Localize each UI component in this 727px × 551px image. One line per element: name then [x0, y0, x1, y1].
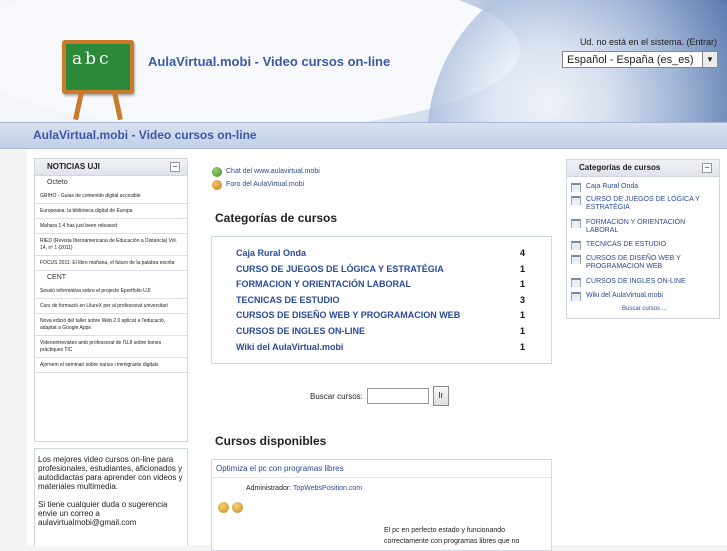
divider	[212, 477, 551, 478]
search-button[interactable]: Ir	[432, 386, 449, 406]
news-item[interactable]: Europeana: la biblioteca digital de Euro…	[35, 204, 187, 219]
category-folder-icon	[571, 219, 581, 228]
news-item[interactable]: Mahara 1.4 has just been released	[35, 219, 187, 234]
enrol-key-icon	[232, 502, 243, 513]
course-categories-title: Categorías de cursos	[579, 163, 661, 172]
category-link[interactable]: CURSO DE JUEGOS DE LÓGICA Y ESTRATÉGIA	[236, 264, 444, 274]
category-count: 1	[519, 310, 525, 320]
course-title-link[interactable]: Optimiza el pc con programas libres	[216, 464, 344, 473]
course-item: Optimiza el pc con programas libres Admi…	[211, 459, 552, 551]
top-links: Chat del www.aulavirtual.mobi Foro del A…	[212, 165, 320, 191]
category-folder-icon	[571, 255, 581, 264]
course-admin: Administrador: TopWebsPosition.com	[246, 485, 362, 492]
news-group-title: Octeto	[47, 179, 68, 186]
language-select[interactable]: Español - España (es_es) ▼	[562, 51, 718, 68]
navbar: AulaVirtual.mobi - Video cursos on-line	[0, 122, 727, 149]
news-item[interactable]: Nova edició del taller sobre Web 2.0 apl…	[35, 314, 187, 336]
category-count: 1	[519, 279, 525, 289]
category-count: 1	[519, 326, 525, 336]
course-access-icons	[218, 502, 243, 513]
category-link[interactable]: TECNICAS DE ESTUDIO	[236, 295, 340, 305]
site-header: abc AulaVirtual.mobi - Video cursos on-l…	[0, 0, 727, 122]
search-input[interactable]	[366, 388, 429, 404]
category-folder-icon	[571, 196, 581, 205]
category-folder-icon	[571, 278, 581, 287]
collapse-icon[interactable]: −	[170, 162, 180, 172]
categories-list: Caja Rural Onda 4 CURSO DE JUEGOS DE LÓG…	[211, 236, 552, 364]
language-select-value: Español - España (es_es)	[567, 54, 694, 66]
admin-link[interactable]: TopWebsPosition.com	[293, 485, 362, 492]
news-group-title: CENT	[47, 274, 67, 281]
course-categories-block: Categorías de cursos − Caja Rural Onda C…	[566, 159, 720, 319]
category-folder-icon	[571, 183, 581, 192]
courses-heading: Cursos disponibles	[215, 434, 327, 448]
category-link[interactable]: CURSOS DE INGLES ON-LINE	[236, 326, 365, 336]
news-block-header: NOTICIAS UJI −	[35, 159, 187, 176]
category-folder-icon	[571, 292, 581, 301]
chat-icon	[212, 166, 222, 177]
category-link[interactable]: Wiki del AulaVirtual.mobi	[586, 292, 663, 301]
course-summary: El pc en perfecto estado y funcionando c…	[384, 527, 520, 545]
categories-heading: Categorías de cursos	[215, 211, 338, 225]
guest-access-icon	[218, 502, 229, 513]
search-label: Buscar cursos:	[310, 391, 363, 401]
breadcrumb[interactable]: AulaVirtual.mobi - Video cursos on-line	[33, 128, 257, 142]
category-link[interactable]: Caja Rural Onda	[586, 183, 638, 192]
category-link[interactable]: FORMACION Y ORIENTACIÓN LABORAL	[236, 279, 411, 289]
info-paragraph: Los mejores video cursos on-line para pr…	[38, 455, 183, 491]
news-block-title: NOTICIAS UJI	[47, 162, 100, 171]
info-paragraph-contact: Si tiene cualquier duda o sugerencia env…	[38, 500, 168, 527]
category-link[interactable]: CURSOS DE DISEÑO WEB Y PROGRAMACION WEB	[236, 310, 460, 320]
search-courses-link[interactable]: Buscar cursos ...	[622, 306, 667, 312]
info-text: Los mejores video cursos on-line para pr…	[38, 455, 186, 527]
category-link[interactable]: FORMACION Y ORIENTACIÓN LABORAL	[586, 219, 711, 235]
collapse-icon[interactable]: −	[702, 163, 712, 173]
category-count: 1	[519, 264, 525, 274]
news-item[interactable]: FOCUS 2011: El libro mañana, el futuro d…	[35, 256, 187, 271]
chalkboard-logo-icon[interactable]: abc	[62, 40, 134, 121]
category-link[interactable]: Wiki del AulaVirtual.mobi	[236, 342, 343, 352]
category-folder-icon	[571, 241, 581, 250]
category-count: 4	[519, 248, 525, 258]
course-categories-header: Categorías de cursos −	[567, 160, 719, 177]
category-link[interactable]: CURSOS DE DISEÑO WEB Y PROGRAMACION WEB	[586, 255, 711, 271]
forum-icon	[212, 179, 222, 190]
category-link[interactable]: CURSOS DE INGLES ON-LINE	[586, 278, 686, 287]
category-link[interactable]: CURSO DE JUEGOS DE LÓGICA Y ESTRATÉGIA	[586, 196, 711, 212]
news-item[interactable]: Ajornem el seminari sobre narius i immig…	[35, 358, 187, 373]
news-item[interactable]: Curs de formació en LliureX per al profe…	[35, 299, 187, 314]
chat-link[interactable]: Chat del www.aulavirtual.mobi	[226, 168, 320, 175]
course-search: Buscar cursos: Ir	[310, 386, 449, 406]
chevron-down-icon[interactable]: ▼	[702, 52, 717, 67]
news-item[interactable]: Sessió informativa sobre el projecte Epo…	[35, 284, 187, 299]
category-count: 1	[519, 342, 525, 352]
category-count: 3	[519, 295, 525, 305]
news-block: NOTICIAS UJI − Octeto GRIHO - Guias de c…	[34, 158, 188, 442]
site-title[interactable]: AulaVirtual.mobi - Video cursos on-line	[148, 54, 390, 69]
forum-link[interactable]: Foro del AulaVirtual.mobi	[226, 181, 304, 188]
login-info[interactable]: Ud. no está en el sistema. (Entrar)	[580, 37, 717, 47]
news-item[interactable]: RIED (Revista Iberoamericana de Educació…	[35, 234, 187, 256]
admin-label: Administrador:	[246, 485, 292, 492]
news-item[interactable]: Videoentrevistes amb professorat de l'UJ…	[35, 336, 187, 358]
category-link[interactable]: TECNICAS DE ESTUDIO	[586, 241, 666, 250]
news-item[interactable]: GRIHO - Guias de contenido digital acces…	[35, 189, 187, 204]
category-link[interactable]: Caja Rural Onda	[236, 248, 306, 258]
